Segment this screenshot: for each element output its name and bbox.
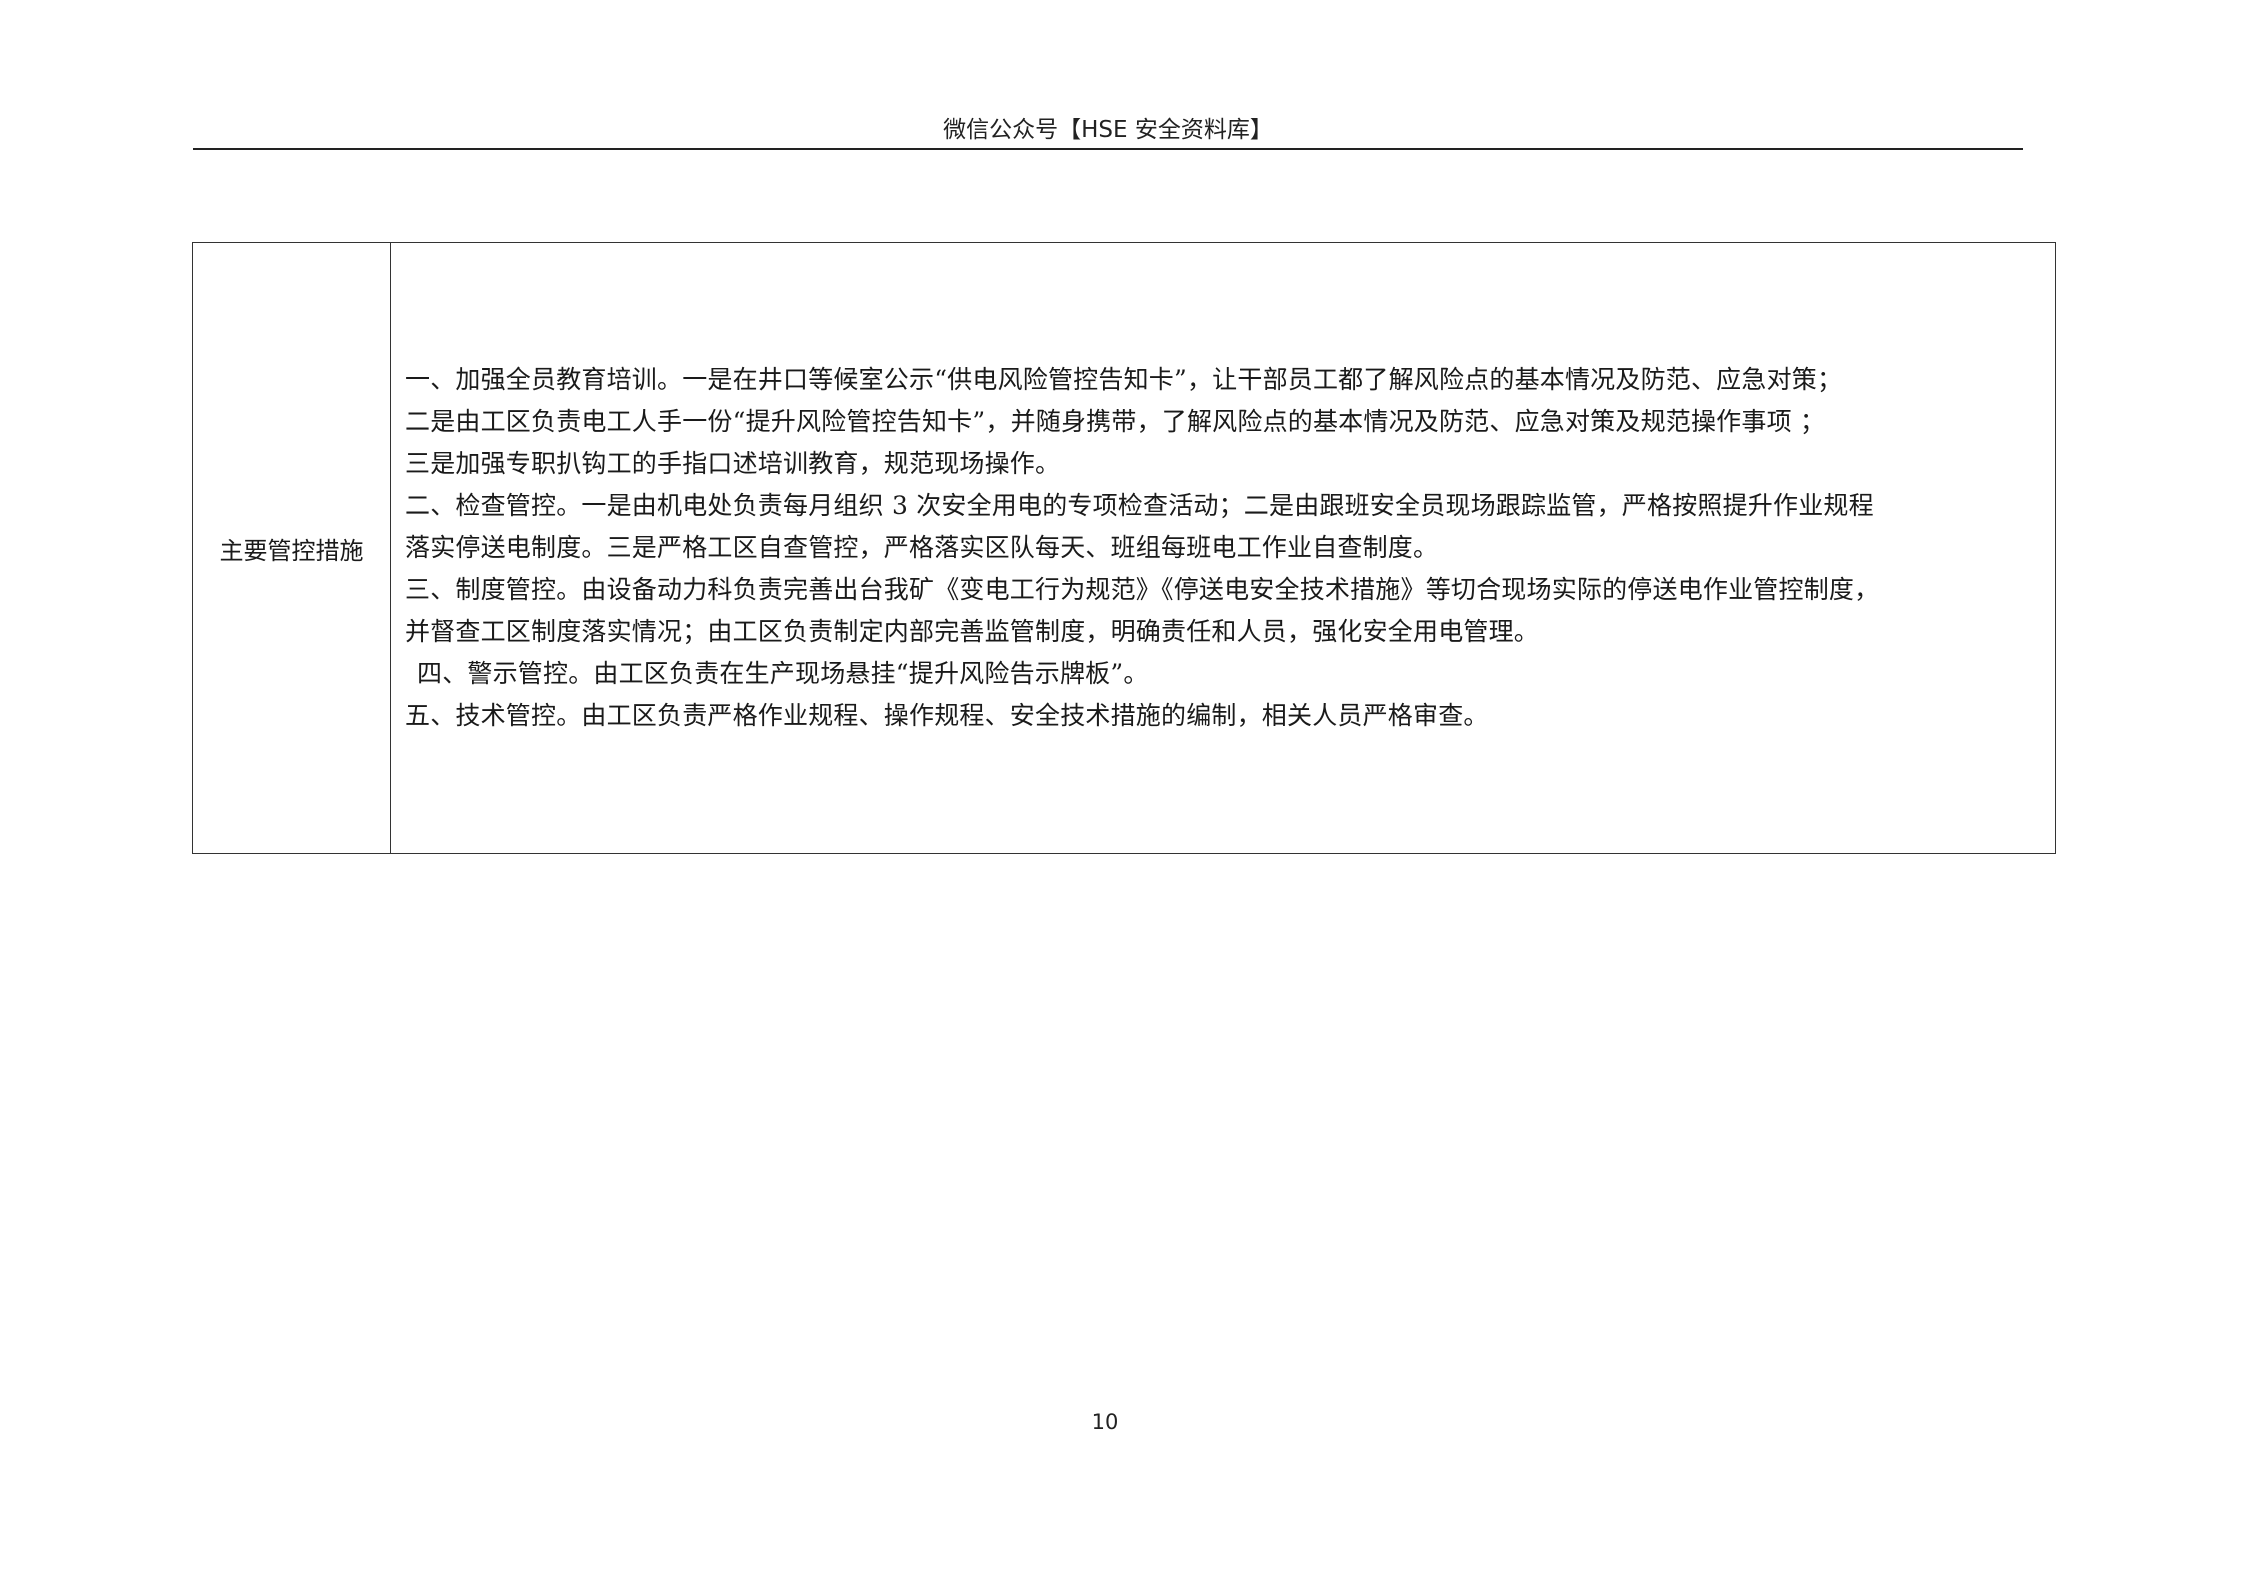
table-row: 主要管控措施 一、加强全员教育培训。一是在井口等候室公示“供电风险管控告知卡”，… (192, 242, 2056, 854)
row-label-cell: 主要管控措施 (192, 242, 391, 854)
measure-line-8: 四、警示管控。由工区负责在生产现场悬挂“提升风险告示牌板”。 (417, 659, 1149, 688)
measure-line-3: 三是加强专职扒钩工的手指口述培训教育，规范现场操作。 (405, 449, 1061, 478)
measure-line-9: 五、技术管控。由工区负责严格作业规程、操作规程、安全技术措施的编制，相关人员严格… (405, 701, 1489, 730)
page-header-title: 微信公众号【HSE 安全资料库】 (943, 117, 1273, 143)
measure-line-4: 二、检查管控。一是由机电处负责每月组织 3 次安全用电的专项检查活动；二是由跟班… (405, 491, 1874, 520)
measure-line-2: 二是由工区负责电工人手一份“提升风险管控告知卡”，并随身携带，了解风险点的基本情… (405, 407, 1826, 436)
measure-line-7: 并督查工区制度落实情况；由工区负责制定内部完善监管制度，明确责任和人员，强化安全… (405, 617, 1540, 646)
measure-line-1: 一、加强全员教育培训。一是在井口等候室公示“供电风险管控告知卡”，让干部员工都了… (405, 365, 1843, 394)
row-label: 主要管控措施 (219, 536, 364, 565)
measures-content-cell: 一、加强全员教育培训。一是在井口等候室公示“供电风险管控告知卡”，让干部员工都了… (390, 242, 2056, 854)
header-divider (193, 148, 2023, 150)
measure-line-8-wrapper: 四、警示管控。由工区负责在生产现场悬挂“提升风险告示牌板”。 (405, 653, 2043, 695)
page-number: 10 (1091, 1410, 1119, 1434)
measure-line-5: 落实停送电制度。三是严格工区自查管控，严格落实区队每天、班组每班电工作业自查制度… (405, 533, 1439, 562)
control-measures-table: 主要管控措施 一、加强全员教育培训。一是在井口等候室公示“供电风险管控告知卡”，… (192, 242, 2056, 854)
measure-line-6: 三、制度管控。由设备动力科负责完善出台我矿《变电工行为规范》《停送电安全技术措施… (405, 575, 1880, 604)
